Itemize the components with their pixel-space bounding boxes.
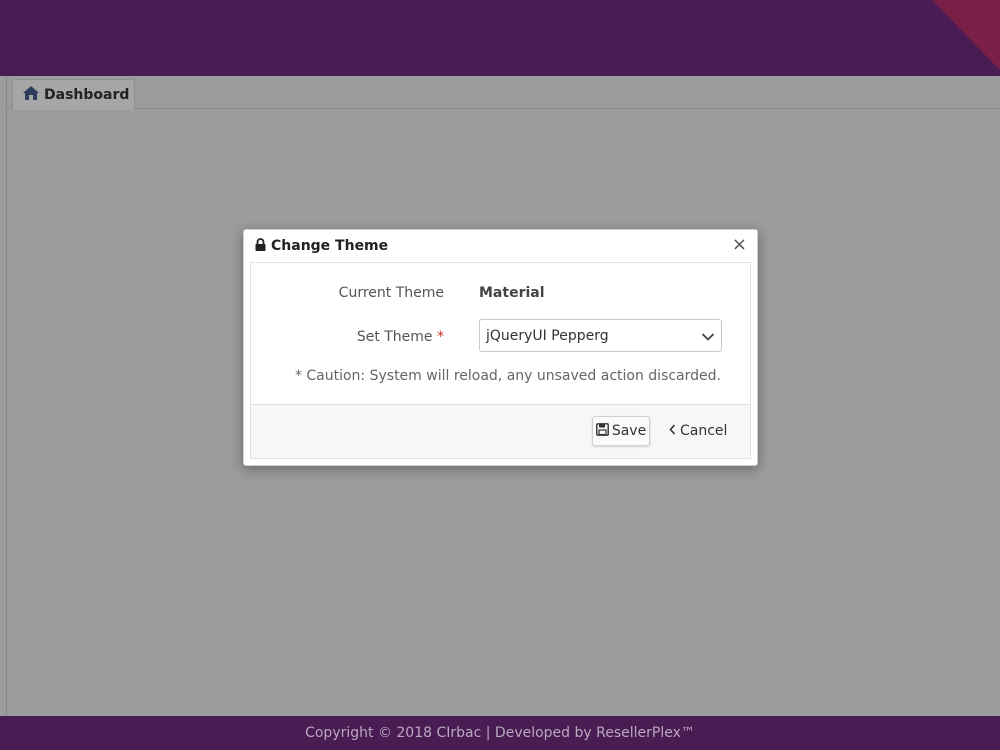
tab-dashboard[interactable]: Dashboard xyxy=(12,79,135,110)
top-header-bar xyxy=(0,0,1000,76)
dialog-title: Change Theme xyxy=(271,238,389,254)
dialog-title-bar: Change Theme xyxy=(244,230,757,262)
required-marker: * xyxy=(437,329,444,345)
dialog-body: Current Theme Material Set Theme * jQuer… xyxy=(250,262,751,459)
left-border-line xyxy=(6,76,7,716)
cancel-button[interactable]: Cancel xyxy=(669,416,727,446)
save-button[interactable]: Save xyxy=(592,416,650,446)
footer-bar: Copyright © 2018 CIrbac | Developed by R… xyxy=(0,716,1000,750)
caution-text: * Caution: System will reload, any unsav… xyxy=(294,368,721,384)
tab-bar: Dashboard xyxy=(7,76,1000,110)
cancel-button-label: Cancel xyxy=(680,423,728,439)
set-theme-label-text: Set Theme xyxy=(356,329,433,345)
footer-copyright: Copyright © 2018 CIrbac | Developed by R… xyxy=(305,725,695,741)
tab-label: Dashboard xyxy=(44,87,130,103)
dialog-footer: Save Cancel xyxy=(251,404,750,458)
theme-select[interactable]: jQueryUI Pepperg xyxy=(479,319,722,352)
home-icon xyxy=(23,86,44,104)
header-accent-corner xyxy=(932,0,1000,70)
set-theme-label: Set Theme * xyxy=(251,329,444,345)
current-theme-label: Current Theme xyxy=(338,285,444,301)
chevron-left-icon xyxy=(669,423,676,439)
floppy-disk-icon xyxy=(595,422,612,440)
save-button-label: Save xyxy=(611,423,647,439)
current-theme-value: Material xyxy=(479,285,545,301)
close-button[interactable]: × xyxy=(732,236,747,254)
change-theme-dialog: Change Theme × Current Theme Material Se… xyxy=(243,229,758,466)
lock-icon xyxy=(255,237,271,255)
theme-select-value: jQueryUI Pepperg xyxy=(486,327,609,344)
chevron-down-icon xyxy=(701,330,715,346)
